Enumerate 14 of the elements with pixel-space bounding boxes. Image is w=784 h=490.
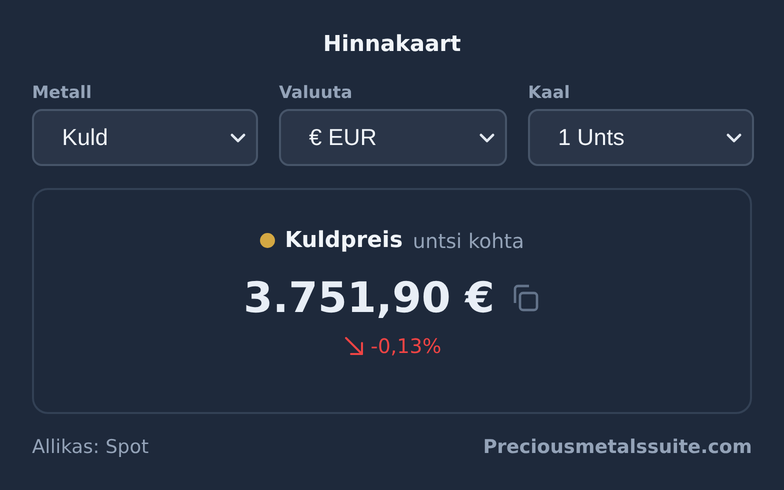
unit-label: untsi kohta [412, 228, 524, 252]
source-label: Allikas: Spot [32, 436, 149, 458]
field-label: Valuuta [279, 83, 352, 103]
metal-name: Kuldpreis [284, 228, 403, 253]
dropdown[interactable]: Kuld [32, 109, 258, 166]
card-title: Hinnakaart [323, 32, 461, 57]
change-percent: -0,13% [370, 334, 442, 358]
price-value: 3.751,90 € [243, 273, 495, 322]
arrow-down-right-icon [342, 335, 365, 357]
field-label: Kaal [528, 83, 570, 103]
dropdown[interactable]: 1 Unts [528, 109, 754, 166]
field-label: Metall [32, 83, 92, 103]
dropdown[interactable]: € EUR [279, 109, 507, 166]
site-link[interactable]: Preciousmetalssuite.com [483, 436, 752, 458]
